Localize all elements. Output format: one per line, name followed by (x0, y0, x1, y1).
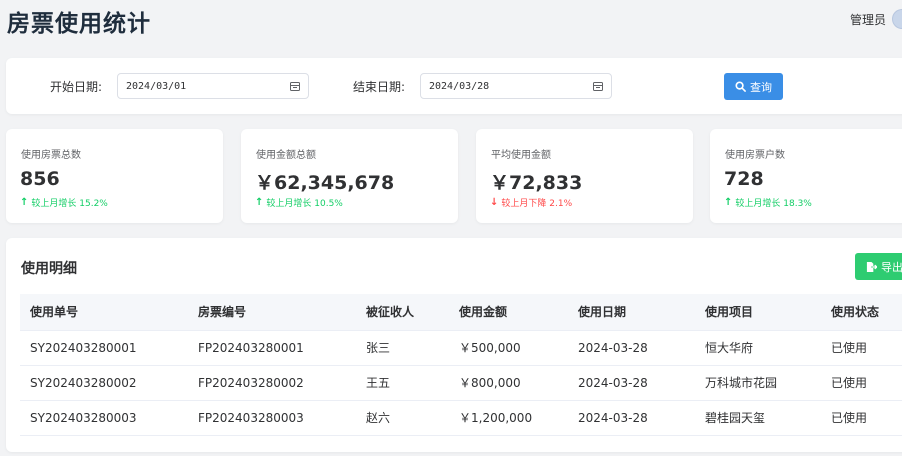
table-header-row: 使用单号 房票编号 被征收人 使用金额 使用日期 使用项目 使用状态 (20, 294, 902, 331)
cell-status: 已使用 (821, 330, 902, 366)
stat-card-total-amount: 使用金额总额 ￥62,345,678 ↑ 较上月增长 10.5% (241, 129, 458, 223)
cell-person: 张三 (356, 330, 449, 366)
calendar-icon[interactable] (290, 81, 300, 91)
end-date-label: 结束日期: (353, 80, 406, 94)
arrow-up-icon: ↑ (20, 196, 29, 208)
cell-amount: ￥800,000 (449, 365, 568, 401)
cell-person: 赵六 (356, 400, 449, 436)
cell-person: 王五 (356, 365, 449, 401)
avatar[interactable] (892, 9, 902, 29)
stat-card-average-amount: 平均使用金额 ￥72,833 ↓ 较上月下降 2.1% (476, 129, 693, 223)
arrow-up-icon: ↑ (255, 196, 264, 208)
stat-change-text: 较上月增长 10.5% (266, 199, 343, 209)
export-icon (866, 261, 877, 272)
column-header-expropriated-person[interactable]: 被征收人 (356, 294, 449, 331)
stat-change: ↑ 较上月增长 18.3% (724, 196, 812, 209)
start-date-value[interactable]: 2024/03/01 (126, 81, 186, 92)
stat-change-text: 较上月增长 18.3% (735, 199, 812, 209)
stat-label: 使用房票总数 (21, 150, 81, 161)
cell-project: 恒大华府 (695, 330, 821, 366)
column-header-status[interactable]: 使用状态 (821, 294, 902, 331)
stat-change: ↓ 较上月下降 2.1% (490, 196, 572, 209)
table-row[interactable]: SY202403280001 FP202403280001 张三 ￥500,00… (20, 330, 902, 366)
cell-status: 已使用 (821, 400, 902, 436)
cell-ticket-no: FP202403280003 (188, 400, 356, 436)
user-name[interactable]: 管理员 (850, 11, 886, 28)
stat-card-households: 使用房票户数 728 ↑ 较上月增长 18.3% (710, 129, 902, 223)
stat-label: 使用房票户数 (725, 150, 785, 161)
cell-status: 已使用 (821, 365, 902, 401)
end-date-input[interactable]: 2024/03/28 (420, 73, 612, 99)
arrow-down-icon: ↓ (490, 196, 499, 208)
search-icon (735, 81, 746, 92)
stat-value: 856 (20, 168, 60, 190)
detail-card: 使用明细 导出 使用单号 房票编号 被征收人 使用金额 使用日期 使用项目 使用… (6, 238, 902, 452)
cell-ticket-no: FP202403280002 (188, 365, 356, 401)
stat-value: ￥72,833 (490, 172, 583, 194)
cell-amount: ￥1,200,000 (449, 400, 568, 436)
export-button-label: 导出 (881, 260, 902, 274)
cell-date: 2024-03-28 (568, 400, 695, 436)
stat-label: 平均使用金额 (491, 150, 551, 161)
cell-usage-no: SY202403280003 (20, 400, 188, 436)
cell-amount: ￥500,000 (449, 330, 568, 366)
page: 房票使用统计 管理员 开始日期: 2024/03/01 结束日期: 2024/0… (0, 0, 902, 456)
cell-ticket-no: FP202403280001 (188, 330, 356, 366)
cell-project: 万科城市花园 (695, 365, 821, 401)
column-header-project[interactable]: 使用项目 (695, 294, 821, 331)
cell-date: 2024-03-28 (568, 330, 695, 366)
filter-card: 开始日期: 2024/03/01 结束日期: 2024/03/28 查询 (6, 58, 902, 114)
column-header-amount[interactable]: 使用金额 (449, 294, 568, 331)
detail-title: 使用明细 (21, 261, 77, 277)
export-button[interactable]: 导出 (855, 253, 902, 280)
query-button-label: 查询 (750, 80, 772, 94)
user-menu[interactable]: 管理员 (850, 8, 902, 30)
table-row[interactable]: SY202403280003 FP202403280003 赵六 ￥1,200,… (20, 400, 902, 436)
stat-value: 728 (724, 168, 764, 190)
arrow-up-icon: ↑ (724, 196, 733, 208)
table-row[interactable]: SY202403280002 FP202403280002 王五 ￥800,00… (20, 365, 902, 401)
calendar-icon[interactable] (593, 81, 603, 91)
stat-value: ￥62,345,678 (255, 172, 395, 194)
stat-change: ↑ 较上月增长 10.5% (255, 196, 343, 209)
column-header-usage-no[interactable]: 使用单号 (20, 294, 188, 331)
stat-card-total-tickets: 使用房票总数 856 ↑ 较上月增长 15.2% (6, 129, 223, 223)
stat-change-text: 较上月增长 15.2% (31, 199, 108, 209)
cell-date: 2024-03-28 (568, 365, 695, 401)
cell-project: 碧桂园天玺 (695, 400, 821, 436)
cell-usage-no: SY202403280002 (20, 365, 188, 401)
stat-change-text: 较上月下降 2.1% (501, 199, 573, 209)
cell-usage-no: SY202403280001 (20, 330, 188, 366)
end-date-value[interactable]: 2024/03/28 (429, 81, 489, 92)
query-button[interactable]: 查询 (724, 73, 783, 100)
detail-table: 使用单号 房票编号 被征收人 使用金额 使用日期 使用项目 使用状态 SY202… (20, 294, 902, 436)
start-date-input[interactable]: 2024/03/01 (117, 73, 309, 99)
page-title: 房票使用统计 (7, 11, 151, 37)
stat-change: ↑ 较上月增长 15.2% (20, 196, 108, 209)
start-date-label: 开始日期: (50, 80, 103, 94)
stat-label: 使用金额总额 (256, 150, 316, 161)
column-header-ticket-no[interactable]: 房票编号 (188, 294, 356, 331)
column-header-date[interactable]: 使用日期 (568, 294, 695, 331)
